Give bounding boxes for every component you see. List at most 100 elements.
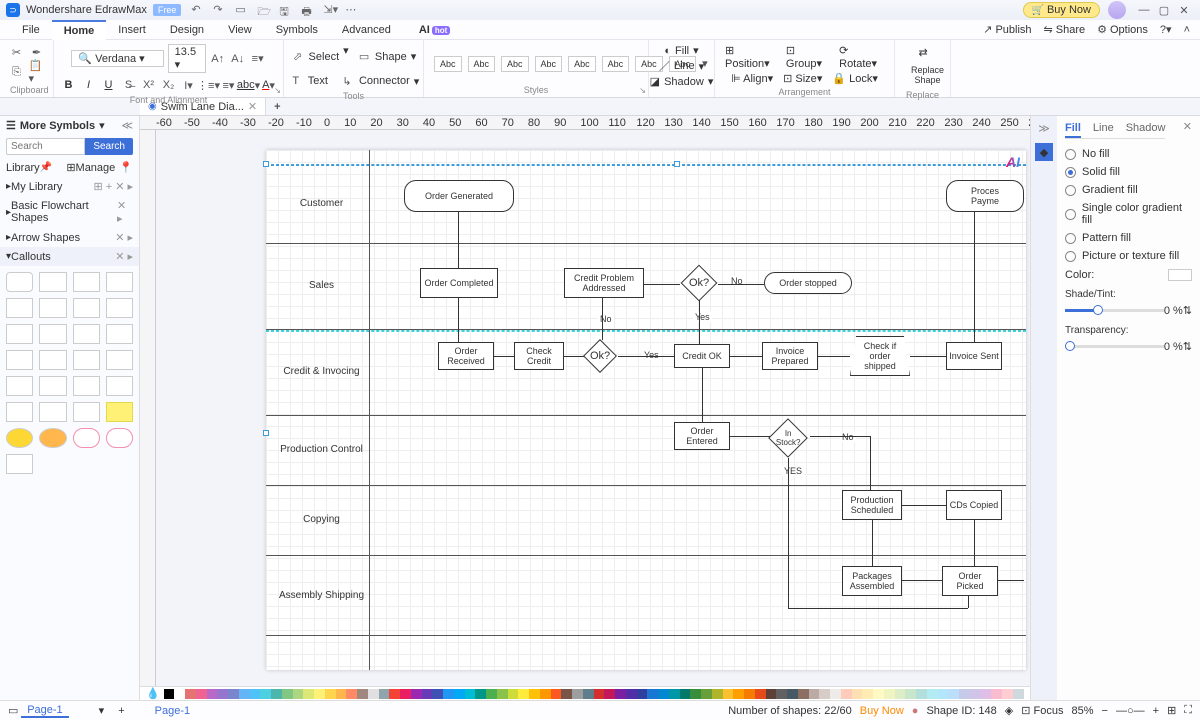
node-process-payment[interactable]: ProcesPayme (946, 180, 1024, 212)
node-order-generated[interactable]: Order Generated (404, 180, 514, 212)
palette-color[interactable] (250, 689, 261, 699)
palette-color[interactable] (723, 689, 734, 699)
palette-color[interactable] (465, 689, 476, 699)
palette-color[interactable] (776, 689, 787, 699)
symbol-search-button[interactable]: Search (85, 138, 133, 155)
hr-icon[interactable]: abc▾ (241, 77, 257, 93)
palette-color[interactable] (475, 689, 486, 699)
shape-thumb[interactable] (73, 324, 100, 344)
shape-thumb[interactable] (6, 350, 33, 370)
palette-color[interactable] (572, 689, 583, 699)
palette-color[interactable] (787, 689, 798, 699)
connector[interactable] (902, 505, 946, 506)
palette-color[interactable] (422, 689, 433, 699)
shape-thumb[interactable] (106, 298, 133, 318)
palette-color[interactable] (164, 689, 175, 699)
node-invoice-sent[interactable]: Invoice Sent (946, 342, 1002, 370)
lane[interactable]: Assembly Shipping (266, 556, 1026, 636)
palette-color[interactable] (712, 689, 723, 699)
tab-fill[interactable]: Fill (1065, 120, 1081, 138)
superscript-icon[interactable]: X² (141, 77, 157, 93)
shape-thumb[interactable] (6, 376, 33, 396)
connector[interactable] (602, 298, 603, 340)
shape-thumb[interactable] (106, 324, 133, 344)
shape-thumb[interactable] (73, 376, 100, 396)
page-list-icon[interactable]: ▭ (8, 704, 18, 717)
new-icon[interactable]: ▭ (235, 3, 249, 17)
palette-color[interactable] (744, 689, 755, 699)
palette-color[interactable] (551, 689, 562, 699)
connector[interactable] (968, 596, 969, 608)
palette-color[interactable] (389, 689, 400, 699)
connector[interactable] (494, 356, 514, 357)
shape-thumb[interactable] (6, 324, 33, 344)
opt-no-fill[interactable]: No fill (1065, 145, 1192, 163)
expand-styles-icon[interactable]: ↘ (639, 86, 646, 95)
node-credit-problem[interactable]: Credit Problem Addressed (564, 268, 644, 298)
palette-color[interactable] (271, 689, 282, 699)
menu-advanced[interactable]: Advanced (330, 21, 403, 39)
node-order-entered[interactable]: Order Entered (674, 422, 730, 450)
shape-thumb[interactable] (106, 376, 133, 396)
more-icon[interactable]: ⋯ (345, 3, 359, 17)
options-button[interactable]: ⚙ Options (1097, 23, 1148, 36)
palette-color[interactable] (443, 689, 454, 699)
share-button[interactable]: ⇋ Share (1044, 23, 1086, 36)
connector[interactable] (818, 356, 850, 357)
connector[interactable] (810, 436, 870, 437)
node-order-completed[interactable]: Order Completed (420, 268, 498, 298)
palette-color[interactable] (196, 689, 207, 699)
connector[interactable] (974, 520, 975, 566)
decrease-font-icon[interactable]: A↓ (230, 51, 246, 67)
lib-arrow-shapes[interactable]: ▸ Arrow Shapes✕ ▸ (0, 228, 139, 247)
connector[interactable] (788, 608, 968, 609)
connector[interactable] (998, 580, 1024, 581)
lane[interactable]: Sales (266, 244, 1026, 330)
shape-thumb[interactable] (73, 298, 100, 318)
connector[interactable] (458, 212, 459, 268)
palette-color[interactable] (400, 689, 411, 699)
shadow-dropdown[interactable]: ◪ Shadow▾ (650, 75, 714, 88)
style-preset[interactable]: Abc (501, 56, 529, 72)
palette-color[interactable] (916, 689, 927, 699)
lane[interactable]: Customer (266, 164, 1026, 244)
maximize-button[interactable]: ▢ (1154, 4, 1174, 17)
palette-color[interactable] (604, 689, 615, 699)
palette-color[interactable] (669, 689, 680, 699)
cut-icon[interactable]: ✂ (9, 44, 25, 60)
close-panel-icon[interactable]: ✕ (1183, 120, 1192, 145)
palette-color[interactable] (561, 689, 572, 699)
transparency-slider[interactable] (1065, 345, 1164, 348)
opt-pattern-fill[interactable]: Pattern fill (1065, 229, 1192, 247)
case-icon[interactable]: I▾ (181, 77, 197, 93)
palette-color[interactable] (927, 689, 938, 699)
palette-color[interactable] (658, 689, 669, 699)
undo-icon[interactable]: ↶ (191, 3, 205, 17)
connector[interactable] (872, 520, 873, 566)
buy-now-link[interactable]: Buy Now (860, 705, 904, 717)
shape-thumb[interactable] (39, 376, 66, 396)
tab-line[interactable]: Line (1093, 120, 1114, 138)
replace-shape-button[interactable]: ⇄ Replace Shape (905, 44, 950, 88)
zoom-slider[interactable]: —○— (1116, 705, 1145, 717)
align-dropdown[interactable]: ⊫ Align▾ (731, 72, 773, 85)
shape-thumb[interactable] (106, 350, 133, 370)
palette-color[interactable] (680, 689, 691, 699)
node-cds-copied[interactable]: CDs Copied (946, 490, 1002, 520)
menu-symbols[interactable]: Symbols (264, 21, 330, 39)
position-dropdown[interactable]: ⊞ Position▾ (725, 44, 776, 70)
menu-insert[interactable]: Insert (106, 21, 158, 39)
palette-color[interactable] (948, 689, 959, 699)
connector[interactable] (974, 212, 975, 342)
publish-button[interactable]: ↗ Publish (983, 23, 1031, 36)
connector[interactable] (910, 356, 946, 357)
shape-thumb[interactable] (39, 272, 66, 292)
palette-color[interactable] (497, 689, 508, 699)
palette-color[interactable] (293, 689, 304, 699)
style-panel-icon[interactable]: ◆ (1035, 143, 1053, 161)
shape-thumb[interactable] (39, 350, 66, 370)
shape-thumb[interactable] (106, 428, 133, 448)
palette-color[interactable] (185, 689, 196, 699)
palette-color[interactable] (981, 689, 992, 699)
eyedropper-icon[interactable]: 💧 (146, 687, 160, 700)
